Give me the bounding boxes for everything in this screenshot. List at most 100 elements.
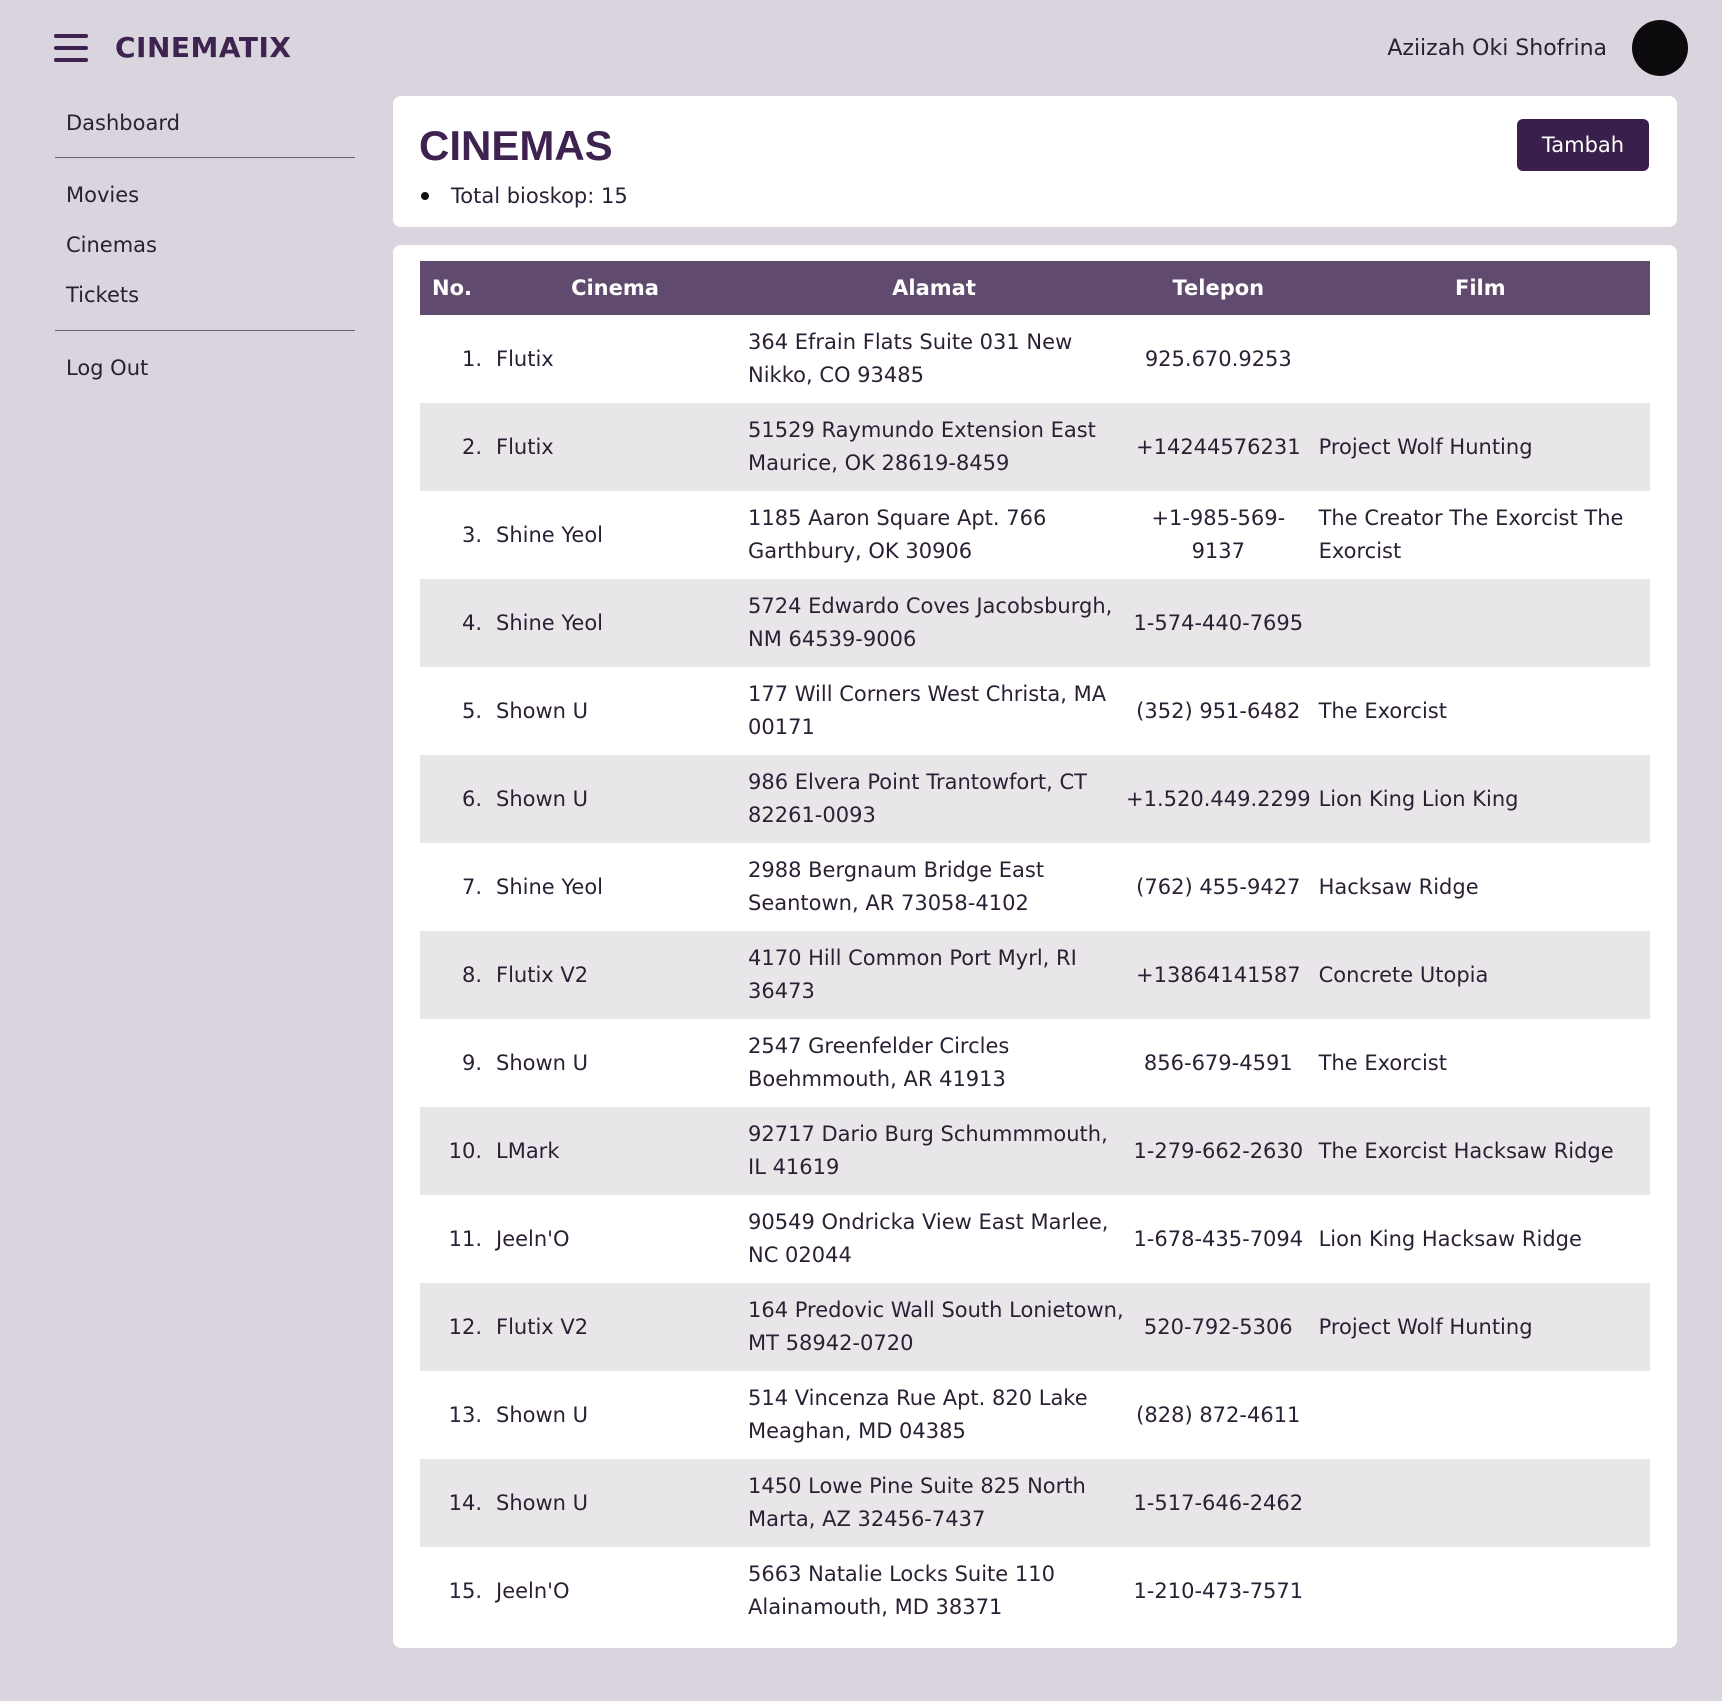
sidebar-item-logout[interactable]: Log Out — [55, 356, 355, 380]
column-header-no: No. — [432, 276, 472, 300]
table-row: 13. Shown U 514 Vincenza Rue Apt. 820 La… — [420, 1371, 1650, 1459]
page-title: CINEMAS — [419, 122, 613, 169]
page-header-card: CINEMAS Total bioskop: 15 Tambah — [393, 96, 1677, 227]
sidebar-item-dashboard[interactable]: Dashboard — [55, 111, 355, 135]
table-row: 2. Flutix 51529 Raymundo Extension East … — [420, 403, 1650, 491]
bullet-icon — [421, 192, 429, 200]
cell-alamat: 177 Will Corners West Christa, MA 00171 — [748, 682, 1107, 739]
cell-film — [1311, 1547, 1650, 1635]
sidebar-item-movies[interactable]: Movies — [55, 183, 355, 207]
sidebar: Dashboard Movies Cinemas Tickets Log Out — [55, 100, 355, 380]
cell-film: Hacksaw Ridge — [1318, 874, 1479, 899]
cell-telepon: 1-279-662-2630 — [1133, 1138, 1304, 1163]
cell-no: 5. — [461, 698, 482, 723]
cell-film: Project Wolf Hunting — [1318, 1314, 1533, 1339]
cell-alamat: 1185 Aaron Square Apt. 766 Garthbury, OK… — [748, 506, 1047, 563]
cell-film — [1311, 579, 1650, 667]
brand-logo[interactable]: CINEMATIX — [115, 31, 292, 64]
cell-telepon: 856-679-4591 — [1143, 1050, 1293, 1075]
column-header-alamat: Alamat — [892, 276, 976, 300]
table-row: 5. Shown U 177 Will Corners West Christa… — [420, 667, 1650, 755]
table-row: 11. Jeeln'O 90549 Ondricka View East Mar… — [420, 1195, 1650, 1283]
table-row: 14. Shown U 1450 Lowe Pine Suite 825 Nor… — [420, 1459, 1650, 1547]
cell-telepon: +1-985-569-9137 — [1151, 506, 1286, 563]
cell-cinema: Flutix — [496, 346, 554, 371]
cell-cinema: LMark — [496, 1138, 560, 1163]
cell-telepon: +13864141587 — [1136, 962, 1301, 987]
cell-telepon: 925.670.9253 — [1144, 346, 1292, 371]
table-row: 10. LMark 92717 Dario Burg Schummmouth, … — [420, 1107, 1650, 1195]
cell-cinema: Shown U — [496, 1050, 589, 1075]
cell-film: The Exorcist — [1318, 1050, 1447, 1075]
cell-cinema: Shown U — [496, 1402, 589, 1427]
cell-alamat: 92717 Dario Burg Schummmouth, IL 41619 — [748, 1122, 1108, 1179]
cell-no: 1. — [461, 346, 482, 371]
cell-film: The Exorcist — [1318, 698, 1447, 723]
table-header-row: No. Cinema Alamat Telepon Film — [420, 261, 1650, 315]
cell-no: 3. — [461, 522, 482, 547]
cell-no: 7. — [461, 874, 482, 899]
cell-telepon: 1-517-646-2462 — [1133, 1490, 1304, 1515]
cell-telepon: (352) 951-6482 — [1136, 698, 1301, 723]
column-header-film: Film — [1454, 276, 1506, 300]
total-cinemas: Total bioskop: 15 — [419, 184, 628, 208]
total-cinemas-label: Total bioskop: 15 — [451, 184, 628, 208]
cell-telepon: 1-574-440-7695 — [1133, 610, 1304, 635]
cell-no: 6. — [461, 786, 482, 811]
cell-alamat: 1450 Lowe Pine Suite 825 North Marta, AZ… — [748, 1474, 1086, 1531]
cinema-table-card: No. Cinema Alamat Telepon Film 1. Flutix… — [393, 245, 1677, 1648]
column-header-telepon: Telepon — [1172, 276, 1265, 300]
cell-film — [1311, 315, 1650, 403]
cell-no: 10. — [448, 1138, 482, 1163]
cell-alamat: 5663 Natalie Locks Suite 110 Alainamouth… — [748, 1562, 1055, 1619]
table-row: 1. Flutix 364 Efrain Flats Suite 031 New… — [420, 315, 1650, 403]
cell-telepon: +14244576231 — [1136, 434, 1301, 459]
cell-cinema: Shown U — [496, 698, 589, 723]
cell-no: 11. — [448, 1226, 482, 1251]
cell-film — [1311, 1459, 1650, 1547]
cell-no: 12. — [448, 1314, 482, 1339]
cell-telepon: (762) 455-9427 — [1136, 874, 1301, 899]
cell-cinema: Jeeln'O — [496, 1578, 570, 1603]
user-avatar[interactable] — [1632, 20, 1688, 76]
cell-film: Project Wolf Hunting — [1318, 434, 1533, 459]
cell-cinema: Flutix — [496, 434, 554, 459]
cell-no: 8. — [461, 962, 482, 987]
cell-no: 4. — [461, 610, 482, 635]
cell-telepon: 520-792-5306 — [1143, 1314, 1293, 1339]
cell-alamat: 90549 Ondricka View East Marlee, NC 0204… — [748, 1210, 1109, 1267]
cell-alamat: 4170 Hill Common Port Myrl, RI 36473 — [748, 946, 1077, 1003]
table-row: 8. Flutix V2 4170 Hill Common Port Myrl,… — [420, 931, 1650, 1019]
sidebar-item-cinemas[interactable]: Cinemas — [55, 233, 355, 257]
cell-film: Concrete Utopia — [1318, 962, 1489, 987]
table-row: 15. Jeeln'O 5663 Natalie Locks Suite 110… — [420, 1547, 1650, 1635]
cell-telepon: +1.520.449.2299 — [1126, 786, 1311, 811]
table-body: 1. Flutix 364 Efrain Flats Suite 031 New… — [420, 315, 1650, 1635]
cell-alamat: 51529 Raymundo Extension East Maurice, O… — [748, 418, 1096, 475]
cell-film: The Creator The Exorcist The Exorcist — [1318, 506, 1624, 563]
cell-alamat: 2988 Bergnaum Bridge East Seantown, AR 7… — [748, 858, 1045, 915]
table-row: 6. Shown U 986 Elvera Point Trantowfort,… — [420, 755, 1650, 843]
cell-film: The Exorcist Hacksaw Ridge — [1318, 1138, 1614, 1163]
sidebar-item-tickets[interactable]: Tickets — [55, 283, 355, 307]
cell-alamat: 2547 Greenfelder Circles Boehmmouth, AR … — [748, 1034, 1010, 1091]
user-name: Aziizah Oki Shofrina — [1387, 36, 1607, 61]
cell-telepon: (828) 872-4611 — [1136, 1402, 1301, 1427]
table-row: 9. Shown U 2547 Greenfelder Circles Boeh… — [420, 1019, 1650, 1107]
table-row: 12. Flutix V2 164 Predovic Wall South Lo… — [420, 1283, 1650, 1371]
cell-cinema: Shine Yeol — [496, 610, 604, 635]
cell-alamat: 364 Efrain Flats Suite 031 New Nikko, CO… — [748, 330, 1073, 387]
cell-telepon: 1-210-473-7571 — [1133, 1578, 1304, 1603]
cell-film: Lion King Hacksaw Ridge — [1318, 1226, 1582, 1251]
add-cinema-button[interactable]: Tambah — [1517, 119, 1649, 171]
cell-film: Lion King Lion King — [1318, 786, 1519, 811]
cell-cinema: Shown U — [496, 786, 589, 811]
cell-alamat: 514 Vincenza Rue Apt. 820 Lake Meaghan, … — [748, 1386, 1088, 1443]
cell-no: 15. — [448, 1578, 482, 1603]
cinema-table: No. Cinema Alamat Telepon Film 1. Flutix… — [420, 261, 1650, 1635]
hamburger-menu-icon[interactable] — [54, 34, 88, 62]
cell-cinema: Shown U — [496, 1490, 589, 1515]
cell-alamat: 986 Elvera Point Trantowfort, CT 82261-0… — [748, 770, 1087, 827]
cell-cinema: Flutix V2 — [496, 962, 589, 987]
cell-film — [1311, 1371, 1650, 1459]
